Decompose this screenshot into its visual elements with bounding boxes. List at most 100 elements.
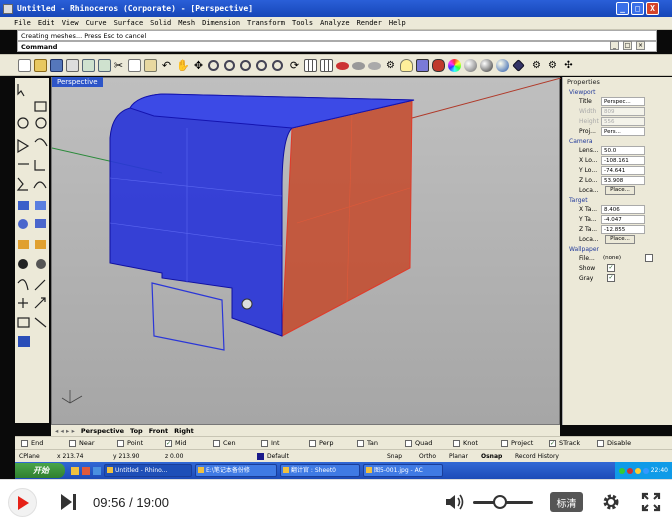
menu-dimension[interactable]: Dimension xyxy=(202,19,240,27)
properties-icon[interactable]: ⚙ xyxy=(384,59,397,72)
snap-knot-checkbox[interactable] xyxy=(453,439,460,447)
shaded-sphere-icon[interactable] xyxy=(464,59,477,72)
snap-end-checkbox[interactable] xyxy=(21,439,28,447)
snap-strack[interactable]: ✓ STrack xyxy=(549,439,591,447)
snap-quad-checkbox[interactable] xyxy=(405,439,412,447)
next-icon[interactable] xyxy=(59,493,79,511)
tab-front[interactable]: Front xyxy=(149,427,168,435)
zoom-extents-icon[interactable] xyxy=(240,60,251,71)
menu-file[interactable]: File xyxy=(14,19,31,27)
select-filter-icon[interactable] xyxy=(416,59,429,72)
target-x-field[interactable]: 8.406 xyxy=(601,204,645,214)
maximize-button[interactable]: □ xyxy=(631,2,644,15)
copy-icon[interactable] xyxy=(128,59,141,72)
document-gear-icon[interactable]: ⚙ xyxy=(546,59,559,72)
tab-right[interactable]: Right xyxy=(174,427,194,435)
quicklaunch-icon[interactable] xyxy=(71,466,79,475)
tab-top[interactable]: Top xyxy=(130,427,143,435)
perspective-viewport[interactable] xyxy=(51,77,561,425)
color-wheel-icon[interactable] xyxy=(448,59,461,72)
zoom-window-icon[interactable] xyxy=(224,60,235,71)
tab-scroll-arrows-icon[interactable]: ◂ ◂ ▸ ▸ xyxy=(55,427,75,435)
target-y-field[interactable]: -4.047 xyxy=(601,214,645,224)
undo-icon[interactable]: ↶ xyxy=(160,59,173,72)
projection-dropdown[interactable]: Pers... xyxy=(601,126,645,136)
layer-icon[interactable] xyxy=(336,62,349,70)
snap-cen[interactable]: Cen xyxy=(213,439,255,447)
cut-icon[interactable]: ✂ xyxy=(112,59,125,72)
status-ortho[interactable]: Ortho xyxy=(419,453,449,460)
snap-point-checkbox[interactable] xyxy=(117,439,124,447)
snap-int[interactable]: Int xyxy=(261,439,303,447)
menu-mesh[interactable]: Mesh xyxy=(178,19,195,27)
menu-help[interactable]: Help xyxy=(389,19,406,27)
new-file-icon[interactable] xyxy=(18,59,31,72)
command-input[interactable]: Command xyxy=(17,41,657,52)
snap-mid[interactable]: ✓ Mid xyxy=(165,439,207,447)
minimize-button[interactable]: _ xyxy=(616,2,629,15)
zoom-icon[interactable] xyxy=(208,60,219,71)
snap-near-checkbox[interactable] xyxy=(69,439,76,447)
hide-object-icon[interactable] xyxy=(352,62,365,70)
wallpaper-show-checkbox[interactable]: ✓ xyxy=(607,264,615,272)
mdi-restore-icon[interactable]: □ xyxy=(623,41,632,50)
status-osnap[interactable]: Osnap xyxy=(481,453,515,460)
snap-tan[interactable]: Tan xyxy=(357,439,399,447)
camera-y-field[interactable]: -74.641 xyxy=(601,165,645,175)
print-icon[interactable] xyxy=(66,59,79,72)
export-icon[interactable] xyxy=(98,59,111,72)
snap-disable-checkbox[interactable] xyxy=(597,439,604,447)
tray-icon-input[interactable] xyxy=(642,467,649,474)
menu-analyze[interactable]: Analyze xyxy=(320,19,350,27)
environment-sphere-icon[interactable] xyxy=(496,59,509,72)
four-view-icon[interactable] xyxy=(320,59,333,72)
play-button[interactable] xyxy=(8,488,37,517)
tab-perspective[interactable]: Perspective xyxy=(81,427,124,435)
camera-z-field[interactable]: 53.908 xyxy=(601,175,645,185)
taskbar-item-rhino[interactable]: Untitled - Rhino... xyxy=(104,464,192,477)
taskbar-item-sheet[interactable]: 翻计官 : Sheet0 xyxy=(280,464,360,477)
navigate-icon[interactable] xyxy=(512,59,525,72)
fullscreen-icon[interactable] xyxy=(641,492,661,512)
snap-quad[interactable]: Quad xyxy=(405,439,447,447)
lock-object-icon[interactable] xyxy=(368,62,381,70)
menu-edit[interactable]: Edit xyxy=(38,19,55,27)
status-layer[interactable]: Default xyxy=(267,453,387,460)
light-bulb-icon[interactable] xyxy=(400,59,413,72)
snap-perp-checkbox[interactable] xyxy=(309,439,316,447)
viewport-title-field[interactable]: Perspec... xyxy=(601,96,645,106)
rendered-sphere-icon[interactable] xyxy=(480,59,493,72)
snap-near[interactable]: Near xyxy=(69,439,111,447)
paste-icon[interactable] xyxy=(144,59,157,72)
menu-render[interactable]: Render xyxy=(357,19,382,27)
snap-end[interactable]: End xyxy=(21,439,63,447)
settings-gear-icon[interactable] xyxy=(601,492,621,512)
snap-strack-checkbox[interactable]: ✓ xyxy=(549,439,556,447)
zoom-all-icon[interactable] xyxy=(272,60,283,71)
open-folder-icon[interactable] xyxy=(34,59,47,72)
pan-hand-icon[interactable]: ✋ xyxy=(176,59,190,72)
snap-mid-checkbox[interactable]: ✓ xyxy=(165,439,172,447)
snap-point[interactable]: Point xyxy=(117,439,159,447)
toolbar-options-icon[interactable]: ✣ xyxy=(562,59,575,72)
viewport-title-tab[interactable]: Perspective xyxy=(52,77,103,87)
lens-length-field[interactable]: 50.0 xyxy=(601,145,645,155)
menu-solid[interactable]: Solid xyxy=(150,19,171,27)
zoom-selected-icon[interactable] xyxy=(256,60,267,71)
mdi-minimize-icon[interactable]: _ xyxy=(610,41,619,50)
wallpaper-gray-checkbox[interactable]: ✓ xyxy=(607,274,615,282)
status-planar[interactable]: Planar xyxy=(449,453,481,460)
render-icon[interactable] xyxy=(432,59,445,72)
save-icon[interactable] xyxy=(50,59,63,72)
options-gear-icon[interactable]: ⚙ xyxy=(530,59,543,72)
taskbar-item-image[interactable]: 图5-001.jpg - AC xyxy=(363,464,443,477)
menu-transform[interactable]: Transform xyxy=(247,19,285,27)
snap-cen-checkbox[interactable] xyxy=(213,439,220,447)
target-z-field[interactable]: -12.855 xyxy=(601,224,645,234)
tray-icon-network[interactable] xyxy=(618,467,625,474)
snap-int-checkbox[interactable] xyxy=(261,439,268,447)
menu-curve[interactable]: Curve xyxy=(86,19,107,27)
volume-icon[interactable] xyxy=(445,493,465,511)
status-snap[interactable]: Snap xyxy=(387,453,419,460)
grid-icon[interactable] xyxy=(304,59,317,72)
